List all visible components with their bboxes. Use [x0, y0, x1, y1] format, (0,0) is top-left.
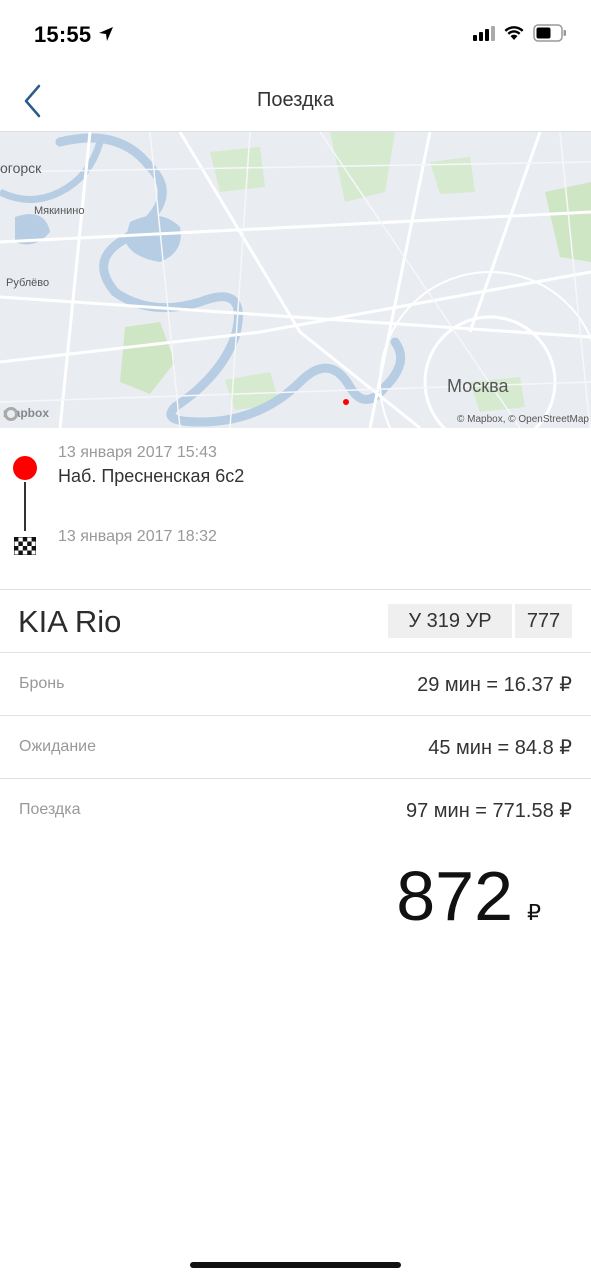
cellular-signal-icon	[473, 26, 495, 41]
status-time: 15:55	[34, 22, 92, 47]
status-icons	[473, 24, 567, 42]
divider	[0, 589, 591, 590]
total-currency: ₽	[527, 900, 541, 925]
waiting-value: 45 мин = 84.8 ₽	[428, 737, 572, 759]
end-time: 13 января 2017 18:32	[58, 528, 217, 545]
booking-label: Бронь	[19, 675, 65, 692]
booking-value: 29 мин = 16.37 ₽	[417, 674, 572, 696]
start-point-icon	[13, 456, 37, 480]
trip-location-marker	[343, 399, 349, 405]
ride-value: 97 мин = 771.58 ₽	[405, 800, 572, 822]
finish-flag-icon	[13, 536, 37, 556]
timeline-line	[24, 482, 26, 531]
wifi-icon	[504, 26, 524, 40]
home-indicator[interactable]	[190, 1262, 401, 1268]
trip-map[interactable]: огорск Мякинино Рублёво Москва mapbox © …	[0, 131, 591, 428]
start-address: Наб. Пресненская 6с2	[58, 466, 245, 486]
map-attribution[interactable]: © Mapbox, © OpenStreetMap	[457, 414, 589, 425]
start-time: 13 января 2017 15:43	[58, 444, 217, 461]
divider	[0, 778, 591, 779]
map-label-krasnogorsk: огорск	[0, 160, 42, 176]
license-plate-region: 777	[515, 604, 572, 638]
page-title: Поездка	[257, 89, 334, 111]
location-arrow-icon	[98, 26, 114, 47]
divider	[0, 652, 591, 653]
car-model: KIA Rio	[18, 604, 122, 639]
battery-icon	[533, 24, 566, 42]
mapbox-logo[interactable]: mapbox	[3, 406, 49, 421]
map-label-myakinino: Мякинино	[34, 205, 85, 217]
divider	[0, 715, 591, 716]
license-plate: У 319 УР	[388, 604, 512, 638]
map-label-moscow: Москва	[447, 376, 509, 396]
map-label-rublevo: Рублёво	[6, 277, 50, 289]
ride-label: Поездка	[19, 801, 81, 818]
waiting-label: Ожидание	[19, 738, 96, 755]
total-amount: 872	[396, 857, 513, 935]
mapbox-icon	[4, 407, 18, 421]
